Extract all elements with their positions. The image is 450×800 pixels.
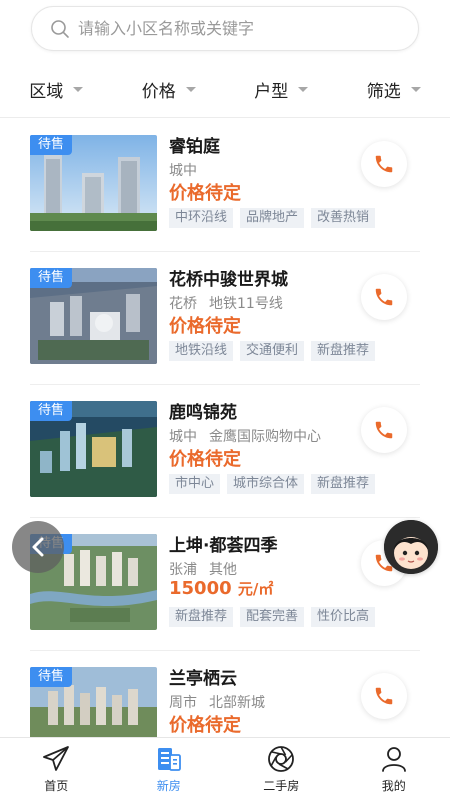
tab-home[interactable]: 首页 (0, 738, 113, 800)
phone-icon (375, 288, 393, 306)
listing-district: 城中 (169, 429, 197, 445)
listing-district: 张浦 (169, 562, 197, 578)
tag: 城市综合体 (227, 474, 305, 494)
listing-name: 上坤·都荟四季 (169, 536, 278, 556)
search-icon (51, 19, 69, 38)
aperture-icon (268, 746, 295, 772)
listing-price: 价格待定 (169, 312, 241, 338)
listing-tags: 市中心 城市综合体 新盘推荐 (169, 474, 382, 494)
listing-price: 价格待定 (169, 179, 241, 205)
listing-item[interactable]: 待售 花桥中骏世界城 花桥 地铁11号线 价格待定 地铁沿线 交通便利 新盘推荐 (0, 251, 450, 384)
person-icon (381, 747, 406, 772)
listing-landmark: 地铁11号线 (209, 296, 283, 312)
price-value: 价格待定 (169, 316, 241, 337)
bottom-tab-bar: 首页 新房 二手房 我的 (0, 737, 450, 800)
caret-down-icon (410, 86, 421, 92)
listing-landmark: 其他 (209, 562, 237, 578)
listing-landmark: 金鹰国际购物中心 (209, 429, 321, 445)
tab-label: 二手房 (263, 779, 300, 793)
listing-thumbnail: 待售 (30, 135, 157, 231)
building-icon (157, 748, 181, 771)
phone-icon (375, 687, 393, 705)
listing-name: 兰亭栖云 (169, 669, 237, 689)
listing-thumbnail: 待售 (30, 268, 157, 364)
listing-name: 鹿鸣锦苑 (169, 403, 237, 423)
listing-price: 15000 元/㎡ (169, 578, 273, 599)
tab-second-hand[interactable]: 二手房 (225, 738, 338, 800)
call-button[interactable] (361, 141, 407, 187)
status-badge: 待售 (30, 268, 73, 288)
filter-label: 区域 (29, 81, 64, 102)
tag: 性价比高 (311, 607, 376, 627)
search-bar[interactable] (31, 6, 419, 51)
caret-down-icon (73, 86, 84, 92)
chevron-left-icon (32, 537, 44, 557)
price-unit: 元/㎡ (237, 580, 274, 598)
tag: 品牌地产 (240, 208, 305, 228)
search-input[interactable] (78, 19, 378, 38)
listing-item[interactable]: 待售 上坤·都荟四季 张浦其他 15000 元/㎡ 新盘推荐 配套完善 性价比高 (0, 517, 450, 650)
cartoon-face-icon (384, 520, 438, 574)
call-button[interactable] (361, 274, 407, 320)
phone-icon (375, 155, 393, 173)
tab-new-homes[interactable]: 新房 (113, 738, 226, 800)
listing-item[interactable]: 待售 鹿鸣锦苑 城中 金鹰国际购物中心 价格待定 市中心 城市综合体 新盘推荐 (0, 384, 450, 517)
floating-avatar-button[interactable] (384, 520, 438, 574)
status-badge: 待售 (30, 135, 73, 155)
filter-layout[interactable]: 户型 (254, 77, 309, 102)
listing-list: 待售 睿铂庭 城中 价格待定 中环沿线 品牌地产 改善热销 待售 花桥中骏世界城… (0, 118, 450, 783)
floating-back-button[interactable] (12, 521, 64, 573)
filter-label: 筛选 (366, 81, 401, 102)
tag: 交通便利 (240, 341, 305, 361)
listing-name: 睿铂庭 (169, 137, 220, 157)
filter-price[interactable]: 价格 (142, 77, 196, 102)
filter-label: 价格 (141, 81, 176, 102)
tag: 新盘推荐 (311, 474, 376, 494)
tab-profile[interactable]: 我的 (338, 738, 450, 800)
price-value: 15000 (169, 578, 232, 599)
filter-label: 户型 (254, 81, 289, 102)
tag: 新盘推荐 (311, 341, 376, 361)
listing-location: 城中 金鹰国际购物中心 (169, 426, 321, 446)
listing-location: 周市 北部新城 (169, 692, 265, 712)
call-button[interactable] (361, 673, 407, 719)
filter-bar: 区域 价格 户型 筛选 (0, 68, 450, 110)
listing-location: 张浦 其他 (169, 559, 237, 579)
tag: 地铁沿线 (169, 341, 234, 361)
status-badge: 待售 (30, 667, 73, 687)
listing-item[interactable]: 待售 睿铂庭 城中 价格待定 中环沿线 品牌地产 改善热销 (0, 118, 450, 251)
caret-down-icon (298, 86, 309, 92)
listing-tags: 地铁沿线 交通便利 新盘推荐 (169, 341, 382, 361)
listing-district: 花桥 (169, 296, 197, 312)
filter-more[interactable]: 筛选 (367, 77, 421, 102)
tab-label: 首页 (44, 779, 69, 793)
listing-district: 周市 (169, 695, 197, 711)
tag: 新盘推荐 (169, 607, 234, 627)
listing-location: 城中 (169, 160, 197, 180)
listing-name: 花桥中骏世界城 (169, 270, 288, 290)
price-value: 价格待定 (169, 183, 241, 204)
tag: 中环沿线 (169, 208, 234, 228)
filter-area[interactable]: 区域 (29, 77, 84, 102)
tab-label: 我的 (381, 779, 406, 793)
listing-price: 价格待定 (169, 711, 241, 737)
tag: 改善热销 (311, 208, 376, 228)
tag: 配套完善 (240, 607, 305, 627)
listing-tags: 新盘推荐 配套完善 性价比高 (169, 607, 382, 627)
status-badge: 待售 (30, 401, 73, 421)
listing-price: 价格待定 (169, 445, 241, 471)
listing-thumbnail: 待售 (30, 401, 157, 497)
listing-tags: 中环沿线 品牌地产 改善热销 (169, 208, 382, 228)
listing-district: 城中 (169, 163, 197, 179)
tag: 市中心 (169, 474, 221, 494)
paper-plane-icon (43, 746, 70, 771)
price-value: 价格待定 (169, 715, 241, 736)
phone-icon (375, 421, 393, 439)
caret-down-icon (185, 86, 196, 92)
price-value: 价格待定 (169, 449, 241, 470)
listing-location: 花桥 地铁11号线 (169, 293, 283, 313)
listing-landmark: 北部新城 (209, 695, 265, 711)
call-button[interactable] (361, 407, 407, 453)
tab-label: 新房 (156, 779, 181, 793)
